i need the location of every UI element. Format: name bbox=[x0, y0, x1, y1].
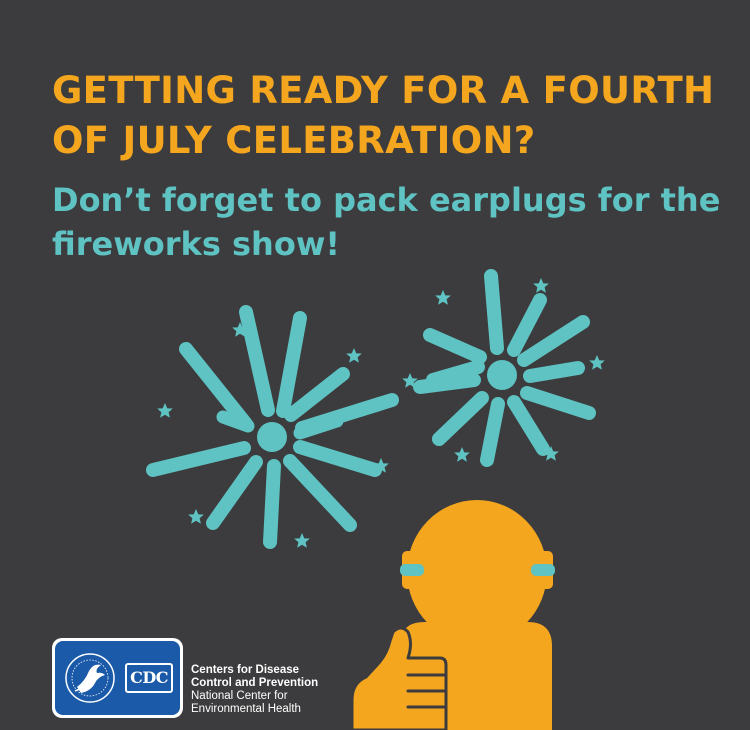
org-line-3: National Center for bbox=[191, 690, 288, 702]
org-line-1: Centers for Disease bbox=[191, 664, 300, 676]
org-line-2: Control and Prevention bbox=[191, 677, 319, 689]
infographic: GETTING READY FOR A FOURTH OF JULY CELEB… bbox=[0, 0, 750, 730]
firework-right-icon bbox=[402, 269, 605, 467]
organization-name: Centers for Disease Control and Preventi… bbox=[191, 664, 361, 716]
cdc-logo-panel: CDC bbox=[55, 641, 180, 715]
org-line-4: Environmental Health bbox=[191, 703, 301, 715]
firework-left-icon bbox=[146, 305, 399, 549]
hhs-eagle-seal-icon bbox=[65, 653, 115, 703]
illustration bbox=[146, 269, 605, 730]
cdc-badge: CDC bbox=[125, 663, 173, 693]
cdc-logo: CDC bbox=[52, 638, 183, 718]
